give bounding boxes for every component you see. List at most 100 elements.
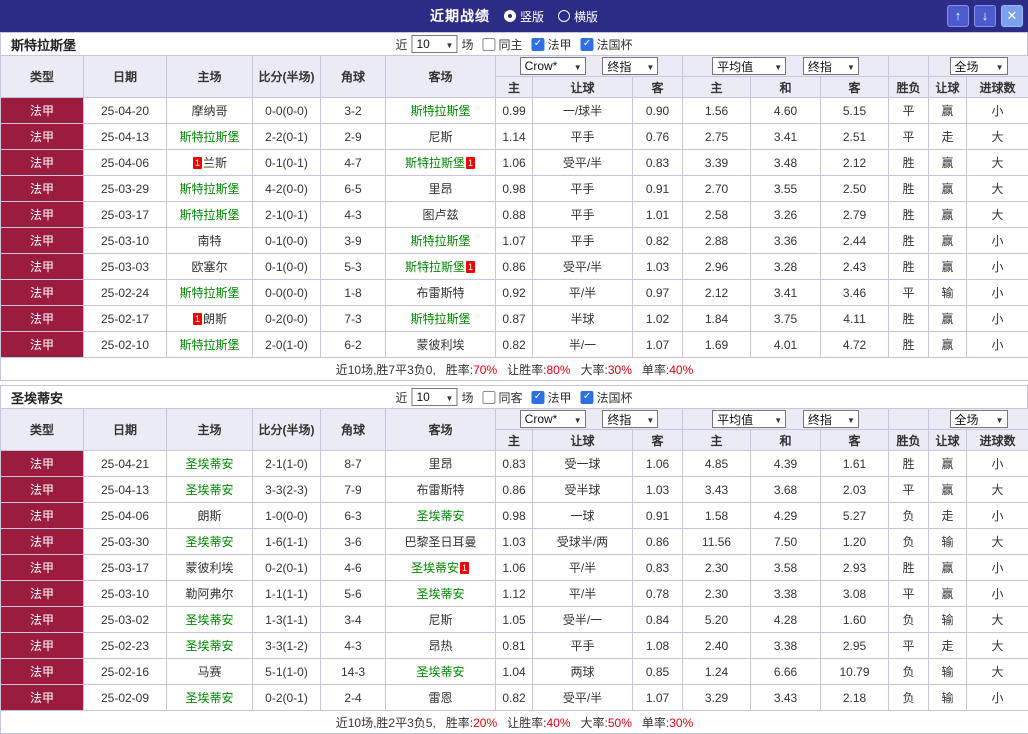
result-cell: 平 xyxy=(889,280,929,306)
score-cell: 0-1(0-0) xyxy=(253,254,321,280)
handicap-away-odds-cell: 0.90 xyxy=(633,98,683,124)
avg-away-odds-cell: 2.43 xyxy=(821,254,889,280)
handicap-line-cell: 平/半 xyxy=(533,280,633,306)
avg-home-odds-cell: 2.88 xyxy=(683,228,751,254)
home-team-cell: 朗斯 xyxy=(167,503,253,529)
fullmatch-scope-select[interactable]: 全场 xyxy=(950,410,1008,428)
same-venue-checkbox[interactable]: 同客 xyxy=(482,389,522,406)
scroll-up-button[interactable]: ↑ xyxy=(947,5,969,27)
league-ligue1-checkbox[interactable]: 法甲 xyxy=(532,36,572,53)
home-team-cell: 圣埃蒂安 xyxy=(167,529,253,555)
avg-home-odds-cell: 2.30 xyxy=(683,581,751,607)
matches-tbody: 法甲25-04-21圣埃蒂安2-1(1-0)8-7里昂0.83受一球1.064.… xyxy=(1,451,1028,711)
bookmaker-select[interactable]: Crow* xyxy=(520,410,586,428)
final-index-select[interactable]: 终指 xyxy=(602,410,658,428)
corner-cell: 6-5 xyxy=(321,176,386,202)
league-cell: 法甲 xyxy=(1,477,84,503)
away-team-cell: 雷恩 xyxy=(386,685,496,711)
recent-count-select[interactable]: 10 xyxy=(411,35,457,53)
radio-horizontal-layout[interactable]: 横版 xyxy=(558,8,598,25)
away-team-cell: 斯特拉斯堡 xyxy=(386,306,496,332)
home-team-cell: 斯特拉斯堡 xyxy=(167,280,253,306)
avg-draw-odds-cell: 3.38 xyxy=(751,581,821,607)
handicap-away-odds-cell: 0.82 xyxy=(633,228,683,254)
home-team-cell: 斯特拉斯堡 xyxy=(167,176,253,202)
away-team-name: 圣埃蒂安 xyxy=(411,561,459,575)
radio-vertical-layout[interactable]: 竖版 xyxy=(504,8,544,25)
avg-draw-odds-cell: 3.55 xyxy=(751,176,821,202)
avg-draw-odds-cell: 4.60 xyxy=(751,98,821,124)
date-cell: 25-02-09 xyxy=(84,685,167,711)
match-row: 法甲25-04-06朗斯1-0(0-0)6-3圣埃蒂安0.98一球0.911.5… xyxy=(1,503,1028,529)
match-row: 法甲25-04-21圣埃蒂安2-1(1-0)8-7里昂0.83受一球1.064.… xyxy=(1,451,1028,477)
team-name: 圣埃蒂安 xyxy=(11,388,63,407)
checkbox-icon xyxy=(482,38,495,51)
bookmaker-select[interactable]: Crow* xyxy=(520,57,586,75)
goals-cell: 小 xyxy=(967,555,1028,581)
league-cell: 法甲 xyxy=(1,529,84,555)
avg-away-odds-cell: 10.79 xyxy=(821,659,889,685)
avg-home-odds-cell: 2.30 xyxy=(683,555,751,581)
dropdown-caret-icon xyxy=(774,59,782,73)
goals-cell: 小 xyxy=(967,451,1028,477)
avg-away-odds-cell: 2.50 xyxy=(821,176,889,202)
score-cell: 0-1(0-0) xyxy=(253,228,321,254)
sub-header-away-odds: 客 xyxy=(633,430,683,451)
same-venue-checkbox[interactable]: 同主 xyxy=(482,36,522,53)
league-cell: 法甲 xyxy=(1,280,84,306)
final-index-select[interactable]: 终指 xyxy=(602,57,658,75)
goals-cell: 大 xyxy=(967,202,1028,228)
corner-cell: 8-7 xyxy=(321,451,386,477)
avg-final-index-select[interactable]: 终指 xyxy=(803,57,859,75)
col-header-away: 客场 xyxy=(386,56,496,98)
corner-cell: 2-4 xyxy=(321,685,386,711)
avg-final-index-select[interactable]: 终指 xyxy=(803,410,859,428)
date-cell: 25-04-13 xyxy=(84,477,167,503)
close-button[interactable]: ✕ xyxy=(1001,5,1023,27)
average-select[interactable]: 平均值 xyxy=(712,410,786,428)
games-label: 场 xyxy=(461,389,473,406)
handicap-line-cell: 受半球 xyxy=(533,477,633,503)
corner-cell: 3-4 xyxy=(321,607,386,633)
handicap-home-odds-cell: 0.86 xyxy=(496,477,533,503)
french-cup-checkbox[interactable]: 法国杯 xyxy=(581,36,633,53)
scroll-down-button[interactable]: ↓ xyxy=(974,5,996,27)
avg-away-odds-cell: 2.51 xyxy=(821,124,889,150)
league-ligue1-checkbox[interactable]: 法甲 xyxy=(532,389,572,406)
away-team-name: 里昂 xyxy=(428,457,452,471)
dropdown-caret-icon xyxy=(996,59,1004,73)
handicap-away-odds-cell: 0.86 xyxy=(633,529,683,555)
sub-header-avg-away: 客 xyxy=(821,77,889,98)
score-cell: 2-1(0-1) xyxy=(253,202,321,228)
score-cell: 2-1(1-0) xyxy=(253,451,321,477)
handicap-result-cell: 赢 xyxy=(929,332,967,358)
summary-row: 近10场,胜2平3负5,胜率:20%让胜率:40%大率:50%单率:30% xyxy=(1,711,1028,734)
away-team-name: 斯特拉斯堡 xyxy=(410,234,470,248)
away-team-cell: 里昂 xyxy=(386,451,496,477)
match-row: 法甲25-02-23圣埃蒂安3-3(1-2)4-3昂热0.81平手1.082.4… xyxy=(1,633,1028,659)
avg-draw-odds-cell: 3.58 xyxy=(751,555,821,581)
corner-cell: 14-3 xyxy=(321,659,386,685)
match-row: 法甲25-03-10南特0-1(0-0)3-9斯特拉斯堡1.07平手0.822.… xyxy=(1,228,1028,254)
score-cell: 4-2(0-0) xyxy=(253,176,321,202)
home-team-cell: 欧塞尔 xyxy=(167,254,253,280)
goals-cell: 小 xyxy=(967,228,1028,254)
sub-header-avg-draw: 和 xyxy=(751,430,821,451)
date-cell: 25-03-02 xyxy=(84,607,167,633)
result-cell: 负 xyxy=(889,659,929,685)
score-cell: 1-6(1-1) xyxy=(253,529,321,555)
matches-tbody: 法甲25-04-20摩纳哥0-0(0-0)3-2斯特拉斯堡0.99一/球半0.9… xyxy=(1,98,1028,358)
corner-cell: 3-2 xyxy=(321,98,386,124)
fullmatch-scope-select[interactable]: 全场 xyxy=(950,57,1008,75)
dropdown-caret-icon xyxy=(446,390,454,404)
avg-draw-odds-cell: 3.43 xyxy=(751,685,821,711)
col-header-score: 比分(半场) xyxy=(253,409,321,451)
corner-cell: 2-9 xyxy=(321,124,386,150)
result-cell: 负 xyxy=(889,685,929,711)
handicap-away-odds-cell: 1.02 xyxy=(633,306,683,332)
date-cell: 25-03-03 xyxy=(84,254,167,280)
recent-count-select[interactable]: 10 xyxy=(411,388,457,406)
home-team-name: 斯特拉斯堡 xyxy=(179,182,239,196)
average-select[interactable]: 平均值 xyxy=(712,57,786,75)
french-cup-checkbox[interactable]: 法国杯 xyxy=(581,389,633,406)
